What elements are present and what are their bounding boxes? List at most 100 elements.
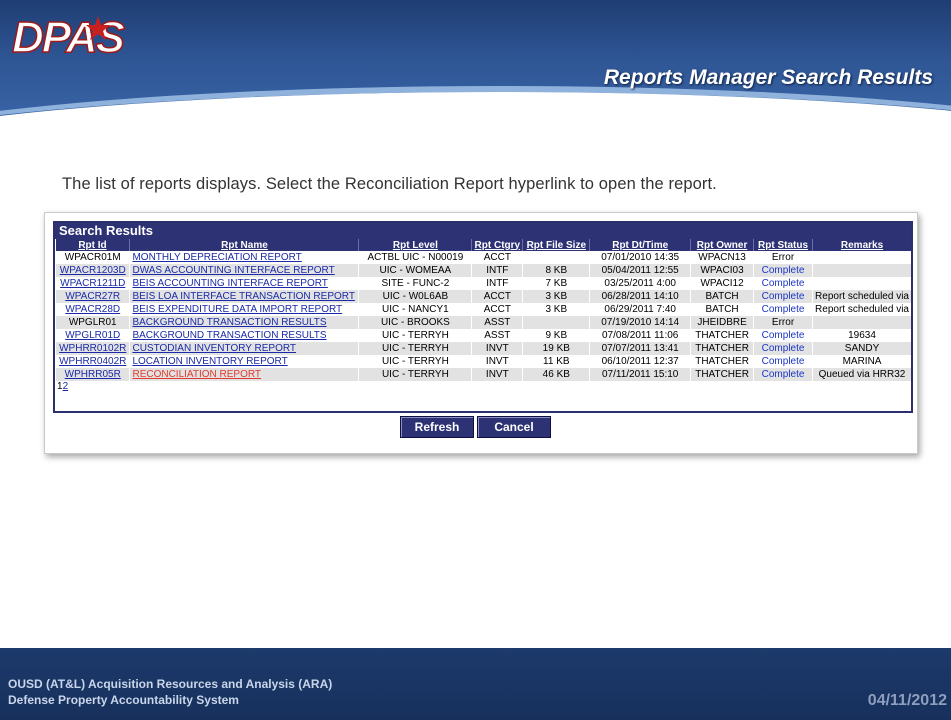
cell-rpt-level: UIC - NANCY1 (358, 303, 472, 316)
table-row: WPACR1203D DWAS ACCOUNTING INTERFACE REPO… (54, 264, 911, 277)
report-id-link[interactable]: WPHRR0402R (59, 356, 126, 367)
cell-rpt-level: SITE - FUNC-2 (358, 277, 472, 290)
col-header-rpt-ctgry[interactable]: Rpt Ctgry (471, 239, 523, 251)
search-results-grid: Search Results Rpt Id Rpt Name Rpt Level… (53, 221, 913, 413)
instruction-text: The list of reports displays. Select the… (62, 175, 717, 193)
cell-rpt-name: DWAS ACCOUNTING INTERFACE REPORT (129, 264, 359, 277)
status-complete-link[interactable]: Complete (762, 330, 805, 341)
cell-rpt-dt-time: 07/08/2011 11:06 (589, 329, 691, 342)
cell-rpt-dt-time: 07/01/2010 14:35 (589, 251, 691, 264)
table-row: WPACR01M MONTHLY DEPRECIATION REPORT ACTBL… (54, 251, 911, 264)
cell-rpt-ctgry: ACCT (471, 303, 523, 316)
cell-rpt-id: WPHRR0102R (54, 342, 130, 355)
col-header-rpt-file-size[interactable]: Rpt File Size (522, 239, 590, 251)
cell-remarks: Report scheduled via (812, 290, 911, 303)
cancel-button[interactable]: Cancel (477, 416, 551, 438)
cell-remarks: MARINA (812, 355, 911, 368)
cell-rpt-level: UIC - TERRYH (358, 342, 472, 355)
results-title: Search Results (55, 223, 911, 239)
cell-remarks: SANDY (812, 342, 911, 355)
cell-rpt-name: BACKGROUND TRANSACTION RESULTS (129, 316, 359, 329)
cell-rpt-owner: BATCH (690, 303, 754, 316)
cell-rpt-status: Complete (753, 264, 813, 277)
cell-rpt-owner: WPACI03 (690, 264, 754, 277)
cell-rpt-name: CUSTODIAN INVENTORY REPORT (129, 342, 359, 355)
cell-rpt-dt-time: 06/28/2011 14:10 (589, 290, 691, 303)
report-name-link[interactable]: BEIS EXPENDITURE DATA IMPORT REPORT (132, 304, 342, 315)
col-header-rpt-level[interactable]: Rpt Level (358, 239, 472, 251)
report-name-link[interactable]: CUSTODIAN INVENTORY REPORT (132, 343, 296, 354)
report-id-link[interactable]: WPACR1211D (60, 278, 125, 289)
table-row: WPHRR0402R LOCATION INVENTORY REPORT UIC -… (54, 355, 911, 368)
report-name-link[interactable]: BACKGROUND TRANSACTION RESULTS (132, 330, 326, 341)
status-complete-link[interactable]: Complete (762, 265, 805, 276)
table-row: WPHRR0102R CUSTODIAN INVENTORY REPORT UIC … (54, 342, 911, 355)
cell-rpt-status: Complete (753, 329, 813, 342)
pager-page-2-link[interactable]: 2 (63, 381, 69, 392)
cell-rpt-owner: WPACI12 (690, 277, 754, 290)
cell-rpt-status: Complete (753, 355, 813, 368)
cell-rpt-ctgry: ACCT (471, 290, 523, 303)
cell-rpt-level: UIC - TERRYH (358, 368, 472, 381)
cell-rpt-status: Complete (753, 303, 813, 316)
status-complete-link[interactable]: Complete (762, 291, 805, 302)
cell-rpt-name: RECONCILIATION REPORT (129, 368, 359, 381)
report-name-link[interactable]: MONTHLY DEPRECIATION REPORT (132, 252, 301, 263)
cell-rpt-ctgry: INTF (471, 264, 523, 277)
status-complete-link[interactable]: Complete (762, 278, 805, 289)
cell-rpt-id: WPGLR01D (54, 329, 130, 342)
col-header-rpt-id[interactable]: Rpt Id (55, 239, 130, 251)
results-rows: WPACR01M MONTHLY DEPRECIATION REPORT ACTBL… (54, 251, 911, 381)
report-name-link[interactable]: BEIS ACCOUNTING INTERFACE REPORT (132, 278, 327, 289)
cell-rpt-id: WPACR1211D (54, 277, 130, 290)
cell-rpt-level: UIC - WOMEAA (358, 264, 472, 277)
cell-remarks (812, 277, 911, 290)
refresh-button[interactable]: Refresh (400, 416, 474, 438)
col-header-rpt-owner[interactable]: Rpt Owner (690, 239, 754, 251)
status-complete-link[interactable]: Complete (762, 356, 805, 367)
report-name-link[interactable]: BACKGROUND TRANSACTION RESULTS (132, 317, 326, 328)
cell-rpt-file-size (522, 316, 590, 329)
status-complete-link[interactable]: Complete (762, 343, 805, 354)
report-name-link[interactable]: RECONCILIATION REPORT (132, 369, 261, 380)
report-id-link[interactable]: WPHRR05R (65, 369, 121, 380)
col-header-remarks[interactable]: Remarks (812, 239, 911, 251)
status-complete-link[interactable]: Complete (762, 369, 805, 380)
cell-rpt-id: WPGLR01 (54, 316, 130, 329)
pager: 12 (55, 381, 911, 393)
table-row: WPHRR05R RECONCILIATION REPORT UIC - TERRY… (54, 368, 911, 381)
table-row: WPACR1211D BEIS ACCOUNTING INTERFACE REPO… (54, 277, 911, 290)
report-name-link[interactable]: DWAS ACCOUNTING INTERFACE REPORT (132, 265, 334, 276)
slide-title: Reports Manager Search Results (603, 66, 933, 89)
footer-line-1: OUSD (AT&L) Acquisition Resources and An… (8, 677, 333, 691)
cell-rpt-ctgry: INVT (471, 342, 523, 355)
cell-rpt-id: WPHRR05R (54, 368, 130, 381)
table-header-row: Rpt Id Rpt Name Rpt Level Rpt Ctgry Rpt … (55, 239, 911, 251)
cell-rpt-status: Complete (753, 342, 813, 355)
cell-rpt-owner: THATCHER (690, 355, 754, 368)
report-id-link[interactable]: WPACR27R (65, 291, 120, 302)
cell-rpt-owner: BATCH (690, 290, 754, 303)
report-id-link[interactable]: WPACR28D (65, 304, 120, 315)
report-id-link[interactable]: WPACR1203D (60, 265, 126, 276)
report-id-link[interactable]: WPGLR01D (65, 330, 120, 341)
cell-rpt-id: WPHRR0402R (54, 355, 130, 368)
col-header-rpt-status[interactable]: Rpt Status (753, 239, 813, 251)
cell-rpt-name: BACKGROUND TRANSACTION RESULTS (129, 329, 359, 342)
cell-rpt-owner: JHEIDBRE (690, 316, 754, 329)
status-complete-link[interactable]: Complete (762, 304, 805, 315)
col-header-rpt-dt-time[interactable]: Rpt Dt/Time (589, 239, 691, 251)
cell-rpt-dt-time: 06/29/2011 7:40 (589, 303, 691, 316)
col-header-rpt-name[interactable]: Rpt Name (129, 239, 359, 251)
cell-rpt-status: Error (753, 316, 813, 329)
report-name-link[interactable]: BEIS LOA INTERFACE TRANSACTION REPORT (132, 291, 354, 302)
table-row: WPACR27R BEIS LOA INTERFACE TRANSACTION R… (54, 290, 911, 303)
cell-rpt-dt-time: 07/11/2011 15:10 (589, 368, 691, 381)
cell-rpt-ctgry: INTF (471, 277, 523, 290)
cell-rpt-dt-time: 07/19/2010 14:14 (589, 316, 691, 329)
cell-rpt-level: UIC - W0L6AB (358, 290, 472, 303)
cell-rpt-ctgry: ACCT (471, 251, 523, 264)
report-name-link[interactable]: LOCATION INVENTORY REPORT (132, 356, 287, 367)
logo-text: DPAS (12, 13, 125, 62)
report-id-link[interactable]: WPHRR0102R (59, 343, 126, 354)
